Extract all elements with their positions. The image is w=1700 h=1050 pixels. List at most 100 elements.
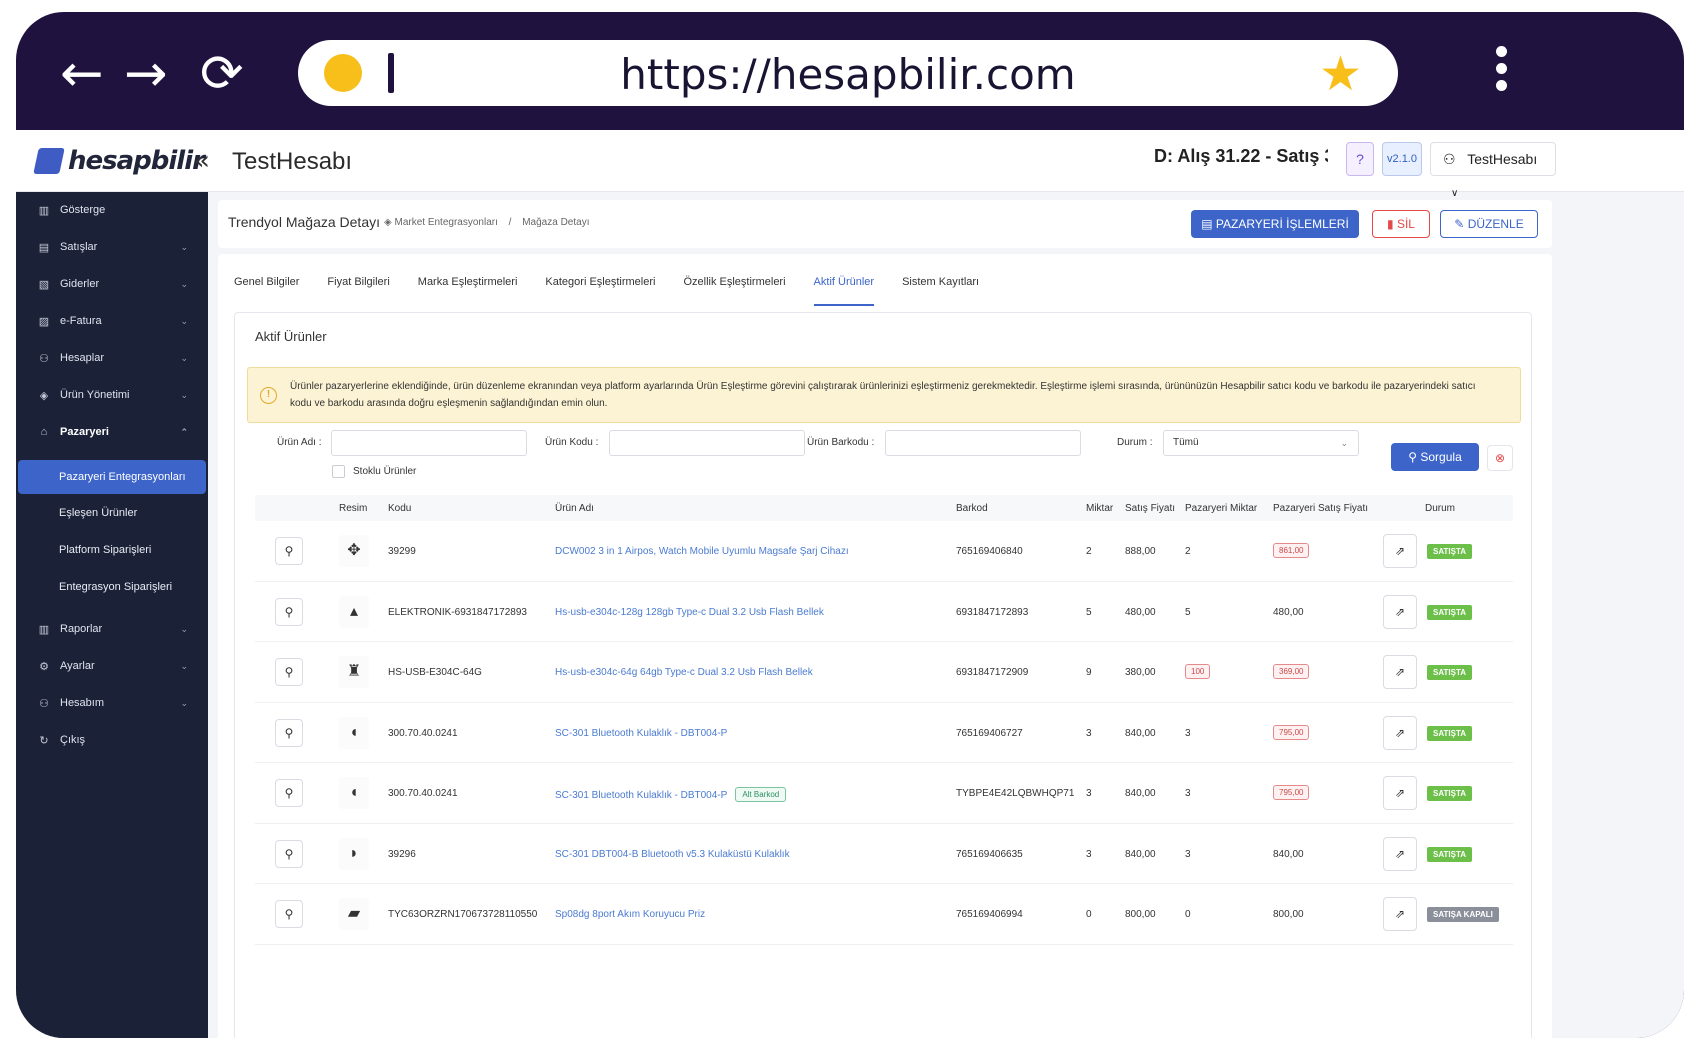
chevron-up-icon: ⌃ bbox=[180, 426, 188, 437]
product-thumbnail[interactable]: ▴ bbox=[339, 595, 369, 628]
app-window: hesapbilir « TestHesabı D: Alış 31.22 - … bbox=[16, 130, 1684, 1038]
tab-genel-bilgiler[interactable]: Genel Bilgiler bbox=[234, 276, 299, 306]
sidebar: ▥ Gösterge ▤ Satışlar ⌄ ▧ Giderler ⌄ ▨ e… bbox=[16, 192, 208, 1038]
open-external-button[interactable]: ⇗ bbox=[1383, 655, 1417, 689]
page-header: Trendyol Mağaza Detayı ◈ Market Entegras… bbox=[218, 200, 1552, 248]
tab-kategori-eslestirmeleri[interactable]: Kategori Eşleştirmeleri bbox=[545, 276, 655, 306]
box-icon: ◈ bbox=[384, 217, 392, 228]
product-thumbnail[interactable]: ✥ bbox=[339, 535, 369, 567]
zoom-button[interactable]: ⚲ bbox=[275, 658, 303, 686]
product-name-link[interactable]: SC-301 Bluetooth Kulaklık - DBT004-P bbox=[555, 728, 727, 739]
sidebar-item-label: e-Fatura bbox=[60, 315, 102, 327]
alert-text: Ürünler pazaryerlerine eklendiğinde, ürü… bbox=[290, 381, 1476, 409]
pazaryeri-quantity: 5 bbox=[1185, 606, 1191, 618]
clear-filter-button[interactable]: ⊗ bbox=[1487, 445, 1513, 471]
address-bar[interactable]: https://hesapbilir.com ★ bbox=[298, 40, 1398, 106]
sidebar-item-satislar[interactable]: ▤ Satışlar ⌄ bbox=[16, 229, 208, 265]
durum-label: Durum : bbox=[1117, 437, 1153, 448]
delete-button[interactable]: ▮ SİL bbox=[1372, 210, 1430, 238]
logo[interactable]: hesapbilir bbox=[33, 144, 205, 178]
expenses-icon: ▧ bbox=[38, 278, 50, 291]
sidebar-item-giderler[interactable]: ▧ Giderler ⌄ bbox=[16, 266, 208, 302]
sidebar-item-efatura[interactable]: ▨ e-Fatura ⌄ bbox=[16, 303, 208, 339]
panel-title: Aktif Ürünler bbox=[255, 329, 327, 344]
collapse-sidebar-icon[interactable]: « bbox=[194, 146, 210, 176]
trash-icon: ▮ bbox=[1387, 217, 1394, 231]
sidebar-item-raporlar[interactable]: ▥ Raporlar ⌄ bbox=[16, 611, 208, 647]
sidebar-subitem-entegrasyon-siparisleri[interactable]: Entegrasyon Siparişleri bbox=[16, 570, 208, 604]
pencil-icon: ✎ bbox=[1454, 217, 1465, 231]
open-external-button[interactable]: ⇗ bbox=[1383, 534, 1417, 568]
open-external-button[interactable]: ⇗ bbox=[1383, 836, 1417, 871]
sidebar-item-urun-yonetimi[interactable]: ◈ Ürün Yönetimi ⌄ bbox=[16, 377, 208, 413]
url-text[interactable]: https://hesapbilir.com bbox=[298, 50, 1398, 99]
tab-aktif-urunler[interactable]: Aktif Ürünler bbox=[813, 276, 874, 306]
edit-button[interactable]: ✎ DÜZENLE bbox=[1440, 210, 1538, 238]
breadcrumb-parent[interactable]: Market Entegrasyonları bbox=[394, 217, 497, 228]
open-external-button[interactable]: ⇗ bbox=[1383, 594, 1417, 629]
open-external-button[interactable]: ⇗ bbox=[1383, 897, 1417, 931]
sidebar-item-gosterge[interactable]: ▥ Gösterge bbox=[16, 192, 208, 228]
sidebar-item-pazaryeri[interactable]: ⌂ Pazaryeri ⌃ bbox=[16, 414, 208, 450]
product-thumbnail[interactable]: ♜ bbox=[339, 656, 369, 688]
accounts-icon: ⚇ bbox=[39, 352, 49, 365]
sidebar-subitem-platform-siparisleri[interactable]: Platform Siparişleri bbox=[16, 533, 208, 567]
col-resim: Resim bbox=[339, 503, 368, 514]
table-row: ⚲ ♜ HS-USB-E304C-64G Hs-usb-e304c-64g 64gb … bbox=[255, 642, 1513, 703]
reload-icon[interactable]: ⟳ bbox=[200, 48, 244, 100]
browser-frame: ← → ⟳ https://hesapbilir.com ★ hesapbili… bbox=[16, 12, 1684, 1038]
durum-select[interactable]: Tümü ⌄ bbox=[1163, 430, 1359, 456]
product-name-link[interactable]: Hs-usb-e304c-64g 64gb Type-c Dual 3.2 Us… bbox=[555, 667, 813, 678]
open-external-button[interactable]: ⇗ bbox=[1383, 776, 1417, 810]
sidebar-item-hesabim[interactable]: ⚇ Hesabım ⌄ bbox=[16, 685, 208, 721]
user-menu-button[interactable]: ⚇ TestHesabı ∨ bbox=[1430, 142, 1556, 199]
product-thumbnail[interactable]: ◗ bbox=[339, 837, 369, 870]
status-badge: SATIŞTA bbox=[1427, 665, 1473, 680]
zoom-button[interactable]: ⚲ bbox=[275, 537, 303, 565]
urun-kodu-input[interactable] bbox=[609, 430, 805, 456]
product-name-link[interactable]: DCW002 3 in 1 Airpos, Watch Mobile Uyuml… bbox=[555, 546, 849, 557]
product-code: ELEKTRONIK-6931847172893 bbox=[388, 606, 527, 618]
product-name-link[interactable]: SC-301 DBT004-B Bluetooth v5.3 Kulaküstü… bbox=[555, 849, 790, 860]
product-thumbnail[interactable]: ▰ bbox=[339, 898, 369, 930]
zoom-button[interactable]: ⚲ bbox=[275, 718, 303, 747]
breadcrumb-separator: / bbox=[508, 217, 512, 228]
sidebar-item-cikis[interactable]: ↻ Çıkış bbox=[16, 722, 208, 758]
forward-arrow-icon[interactable]: → bbox=[124, 48, 168, 100]
bookmark-star-icon[interactable]: ★ bbox=[1319, 46, 1362, 102]
pazaryeri-islemleri-button[interactable]: ▤ PAZARYERİ İŞLEMLERİ bbox=[1191, 210, 1359, 238]
zoom-button[interactable]: ⚲ bbox=[275, 779, 303, 807]
sidebar-subitem-eslesen-urunler[interactable]: Eşleşen Ürünler bbox=[16, 496, 208, 530]
barcode: 765169406994 bbox=[956, 909, 1023, 920]
external-link-icon: ⇗ bbox=[1394, 907, 1406, 921]
sidebar-subitem-pazaryeri-entegrasyonlari[interactable]: Pazaryeri Entegrasyonları bbox=[18, 460, 206, 494]
version-badge[interactable]: v2.1.0 bbox=[1382, 142, 1422, 176]
urun-barkodu-input[interactable] bbox=[885, 430, 1081, 456]
zoom-button[interactable]: ⚲ bbox=[275, 839, 303, 868]
tab-marka-eslestirmeleri[interactable]: Marka Eşleştirmeleri bbox=[418, 276, 518, 306]
zoom-button[interactable]: ⚲ bbox=[275, 900, 303, 928]
product-thumbnail[interactable]: ◖ bbox=[339, 777, 369, 809]
tab-fiyat-bilgileri[interactable]: Fiyat Bilgileri bbox=[327, 276, 389, 306]
urun-adi-input[interactable] bbox=[331, 430, 527, 456]
sidebar-item-hesaplar[interactable]: ⚇ Hesaplar ⌄ bbox=[16, 340, 208, 376]
kebab-menu-icon[interactable] bbox=[1496, 46, 1508, 97]
back-arrow-icon[interactable]: ← bbox=[60, 48, 104, 100]
help-button[interactable]: ? bbox=[1346, 142, 1374, 176]
tab-ozellik-eslestirmeleri[interactable]: Özellik Eşleştirmeleri bbox=[683, 276, 785, 306]
open-external-button[interactable]: ⇗ bbox=[1383, 715, 1417, 750]
zoom-button[interactable]: ⚲ bbox=[275, 597, 303, 626]
product-name-link[interactable]: Hs-usb-e304c-128g 128gb Type-c Dual 3.2 … bbox=[555, 607, 824, 618]
magnifier-icon: ⚲ bbox=[284, 665, 294, 679]
sorgula-button[interactable]: ⚲ Sorgula bbox=[1391, 443, 1479, 471]
chevron-down-icon: ⌄ bbox=[180, 241, 188, 252]
product-name-link[interactable]: SC-301 Bluetooth Kulaklık - DBT004-P bbox=[555, 790, 727, 801]
product-thumbnail[interactable]: ◖ bbox=[339, 716, 369, 749]
stoklu-urunler-label: Stoklu Ürünler bbox=[353, 466, 417, 477]
tab-sistem-kayitlari[interactable]: Sistem Kayıtları bbox=[902, 276, 979, 306]
product-name-link[interactable]: Sp08dg 8port Akım Koruyucu Priz bbox=[555, 909, 705, 920]
sidebar-item-ayarlar[interactable]: ⚙ Ayarlar ⌄ bbox=[16, 648, 208, 684]
breadcrumb: ◈ Market Entegrasyonları / Mağaza Detayı bbox=[384, 217, 589, 228]
stoklu-urunler-checkbox[interactable] bbox=[332, 465, 345, 478]
logo-mark-icon bbox=[33, 148, 65, 174]
